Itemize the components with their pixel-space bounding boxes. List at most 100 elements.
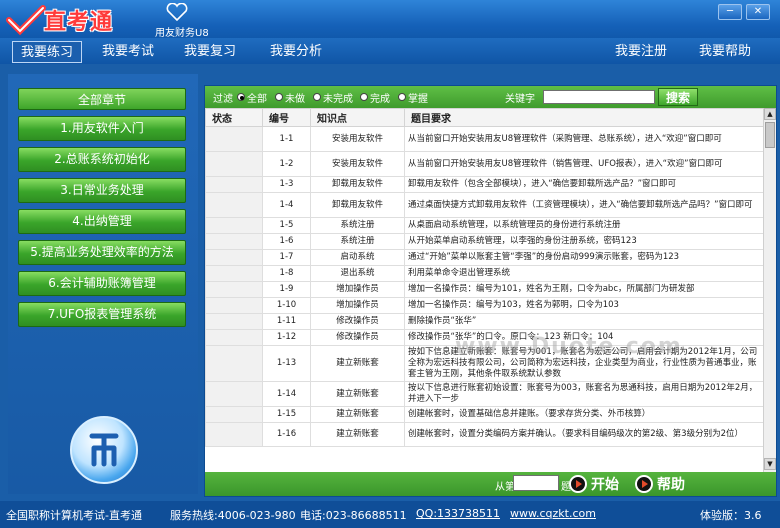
- requirement-cell: 创建帐套时，设置分类编码方案并确认。（要求科目编码级次的第2级、第3级分别为2位…: [404, 422, 764, 447]
- id-cell: 1-8: [262, 265, 311, 282]
- filter-radio-mastered[interactable]: [398, 93, 406, 101]
- requirement-cell: 通过“开始”菜单以账套主管“李强”的身份启动999演示账套，密码为123: [404, 249, 764, 266]
- status-cell: [205, 281, 263, 298]
- table-header-row: 状态 编号 知识点 题目要求: [205, 108, 764, 127]
- title-bar: 直考通 用友财务U8 ─ ✕: [0, 0, 780, 42]
- chapter-item[interactable]: 1.用友软件入门: [18, 116, 186, 141]
- keyword-input[interactable]: [543, 90, 655, 104]
- chapter-item[interactable]: 6.会计辅助账簿管理: [18, 271, 186, 296]
- table-row[interactable]: 1-10 增加操作员 增加一名操作员：编号为103，姓名为郭明，口令为103: [205, 297, 764, 314]
- chapter-item[interactable]: 7.UFO报表管理系统: [18, 302, 186, 327]
- table-row[interactable]: 1-6 系统注册 从开始菜单启动系统管理，以李强的身份注册系统，密码123: [205, 233, 764, 250]
- topic-cell: 卸载用友软件: [310, 176, 405, 193]
- version-text: 体验版：3.6: [700, 509, 762, 522]
- table-row[interactable]: 1-4 卸载用友软件 通过桌面快捷方式卸载用友软件（工资管理模块），进入“确信要卸载…: [205, 192, 764, 218]
- table-row[interactable]: 1-7 启动系统 通过“开始”菜单以账套主管“李强”的身份启动999演示账套，密码为…: [205, 249, 764, 266]
- requirement-cell: 按以下信息进行账套初始设置：账套号为003，账套名为思通科技，启用日期为2012…: [404, 381, 764, 407]
- requirement-cell: 删除操作员“张华”: [404, 313, 764, 330]
- scroll-thumb[interactable]: [765, 122, 775, 148]
- status-cell: [205, 176, 263, 193]
- menu-exam[interactable]: 我要考试: [94, 41, 162, 63]
- status-cell: [205, 297, 263, 314]
- filter-radio-all[interactable]: [237, 93, 245, 101]
- help-play-icon[interactable]: [635, 475, 653, 493]
- status-cell: [205, 233, 263, 250]
- start-question-input[interactable]: [513, 475, 559, 491]
- table-row[interactable]: 1-11 修改操作员 删除操作员“张华”: [205, 313, 764, 330]
- filter-bar: 过滤 全部 未做 未完成 完成 掌握 关键字 搜索: [205, 86, 776, 108]
- chapter-all-button[interactable]: 全部章节: [18, 88, 186, 110]
- chapter-item[interactable]: 2.总账系统初始化: [18, 147, 186, 172]
- scroll-down-icon[interactable]: ▼: [764, 458, 776, 470]
- chapter-item[interactable]: 4.出纳管理: [18, 209, 186, 234]
- table-row[interactable]: 1-15 建立新账套 创建帐套时，设置基础信息并建账。（要求存货分类、外币核算）: [205, 406, 764, 423]
- filter-radio-complete[interactable]: [360, 93, 368, 101]
- id-cell: 1-7: [262, 249, 311, 266]
- menu-practice[interactable]: 我要练习: [12, 41, 83, 63]
- table-row[interactable]: 1-8 退出系统 利用菜单命令退出管理系统: [205, 265, 764, 282]
- start-button[interactable]: 开始: [591, 474, 619, 494]
- emblem-glyph-icon: [89, 433, 119, 467]
- topic-cell: 建立新账套: [310, 381, 405, 407]
- menu-review[interactable]: 我要复习: [176, 41, 244, 63]
- menu-bar: 我要练习 我要考试 我要复习 我要分析 我要注册 我要帮助: [0, 38, 780, 64]
- topic-cell: 安装用友软件: [310, 151, 405, 177]
- status-cell: [205, 406, 263, 423]
- from-label: 从第: [495, 482, 515, 493]
- id-cell: 1-3: [262, 176, 311, 193]
- table-row[interactable]: 1-3 卸载用友软件 卸载用友软件（包含全部模块），进入“确信要卸载所选产品？”窗口…: [205, 176, 764, 193]
- filter-option-label: 未完成: [323, 94, 353, 105]
- app-title: 直考通: [44, 10, 114, 35]
- filter-radio-undone[interactable]: [275, 93, 283, 101]
- chapter-sidebar: 全部章节 1.用友软件入门 2.总账系统初始化 3.日常业务处理 4.出纳管理 …: [8, 74, 198, 494]
- id-cell: 1-14: [262, 381, 311, 407]
- menu-analysis[interactable]: 我要分析: [262, 41, 330, 63]
- filter-option-label: 掌握: [408, 94, 428, 105]
- product-subtitle: 用友财务U8: [155, 28, 209, 39]
- menu-register[interactable]: 我要注册: [607, 41, 675, 63]
- status-cell: [205, 422, 263, 447]
- close-button[interactable]: ✕: [746, 4, 770, 20]
- id-cell: 1-9: [262, 281, 311, 298]
- table-row[interactable]: 1-5 系统注册 从桌面启动系统管理，以系统管理员的身份进行系统注册: [205, 217, 764, 234]
- table-row[interactable]: 1-9 增加操作员 增加一名操作员：编号为101，姓名为王刚，口令为abc，所属部门…: [205, 281, 764, 298]
- minimize-button[interactable]: ─: [718, 4, 742, 20]
- requirement-cell: 增加一名操作员：编号为103，姓名为郭明，口令为103: [404, 297, 764, 314]
- status-cell: [205, 249, 263, 266]
- requirement-cell: 从桌面启动系统管理，以系统管理员的身份进行系统注册: [404, 217, 764, 234]
- topic-cell: 系统注册: [310, 233, 405, 250]
- table-row[interactable]: 1-1 安装用友软件 从当前窗口开始安装用友U8管理软件（采购管理、总账系统），进入…: [205, 126, 764, 152]
- id-cell: 1-6: [262, 233, 311, 250]
- requirement-cell: 从当前窗口开始安装用友U8管理软件（销售管理、UFO报表），进入“欢迎”窗口即可: [404, 151, 764, 177]
- menu-help[interactable]: 我要帮助: [691, 41, 759, 63]
- table-row[interactable]: 1-16 建立新账套 创建帐套时，设置分类编码方案并确认。（要求科目编码级次的第2级…: [205, 422, 764, 447]
- topic-cell: 安装用友软件: [310, 126, 405, 152]
- help-button[interactable]: 帮助: [657, 474, 685, 494]
- id-cell: 1-16: [262, 422, 311, 447]
- chapter-item[interactable]: 3.日常业务处理: [18, 178, 186, 203]
- topic-cell: 建立新账套: [310, 422, 405, 447]
- keyword-label: 关键字: [505, 94, 535, 105]
- start-play-icon[interactable]: [569, 475, 587, 493]
- chapter-item[interactable]: 5.提高业务处理效率的方法: [18, 240, 186, 265]
- table-scrollbar[interactable]: ▲ ▼: [763, 108, 776, 472]
- status-cell: [205, 192, 263, 218]
- table-row[interactable]: 1-2 安装用友软件 从当前窗口开始安装用友U8管理软件（销售管理、UFO报表），进…: [205, 151, 764, 177]
- status-cell: [205, 329, 263, 346]
- search-button[interactable]: 搜索: [658, 88, 698, 106]
- table-row[interactable]: 1-14 建立新账套 按以下信息进行账套初始设置：账套号为003，账套名为思通科技，…: [205, 381, 764, 407]
- website-link[interactable]: www.cqzkt.com: [510, 507, 596, 520]
- topic-cell: 增加操作员: [310, 281, 405, 298]
- status-cell: [205, 345, 263, 382]
- topic-cell: 建立新账套: [310, 406, 405, 423]
- status-cell: [205, 381, 263, 407]
- status-cell: [205, 217, 263, 234]
- topic-cell: 启动系统: [310, 249, 405, 266]
- filter-radio-incomplete[interactable]: [313, 93, 321, 101]
- scroll-up-icon[interactable]: ▲: [764, 108, 776, 120]
- qq-link[interactable]: QQ:133738511: [416, 507, 500, 520]
- topic-cell: 增加操作员: [310, 297, 405, 314]
- hotline-text: 服务热线:4006-023-980: [170, 509, 296, 522]
- status-bar: 全国职称计算机考试-直考通 服务热线:4006-023-980 电话:023-8…: [0, 501, 780, 528]
- status-cell: [205, 126, 263, 152]
